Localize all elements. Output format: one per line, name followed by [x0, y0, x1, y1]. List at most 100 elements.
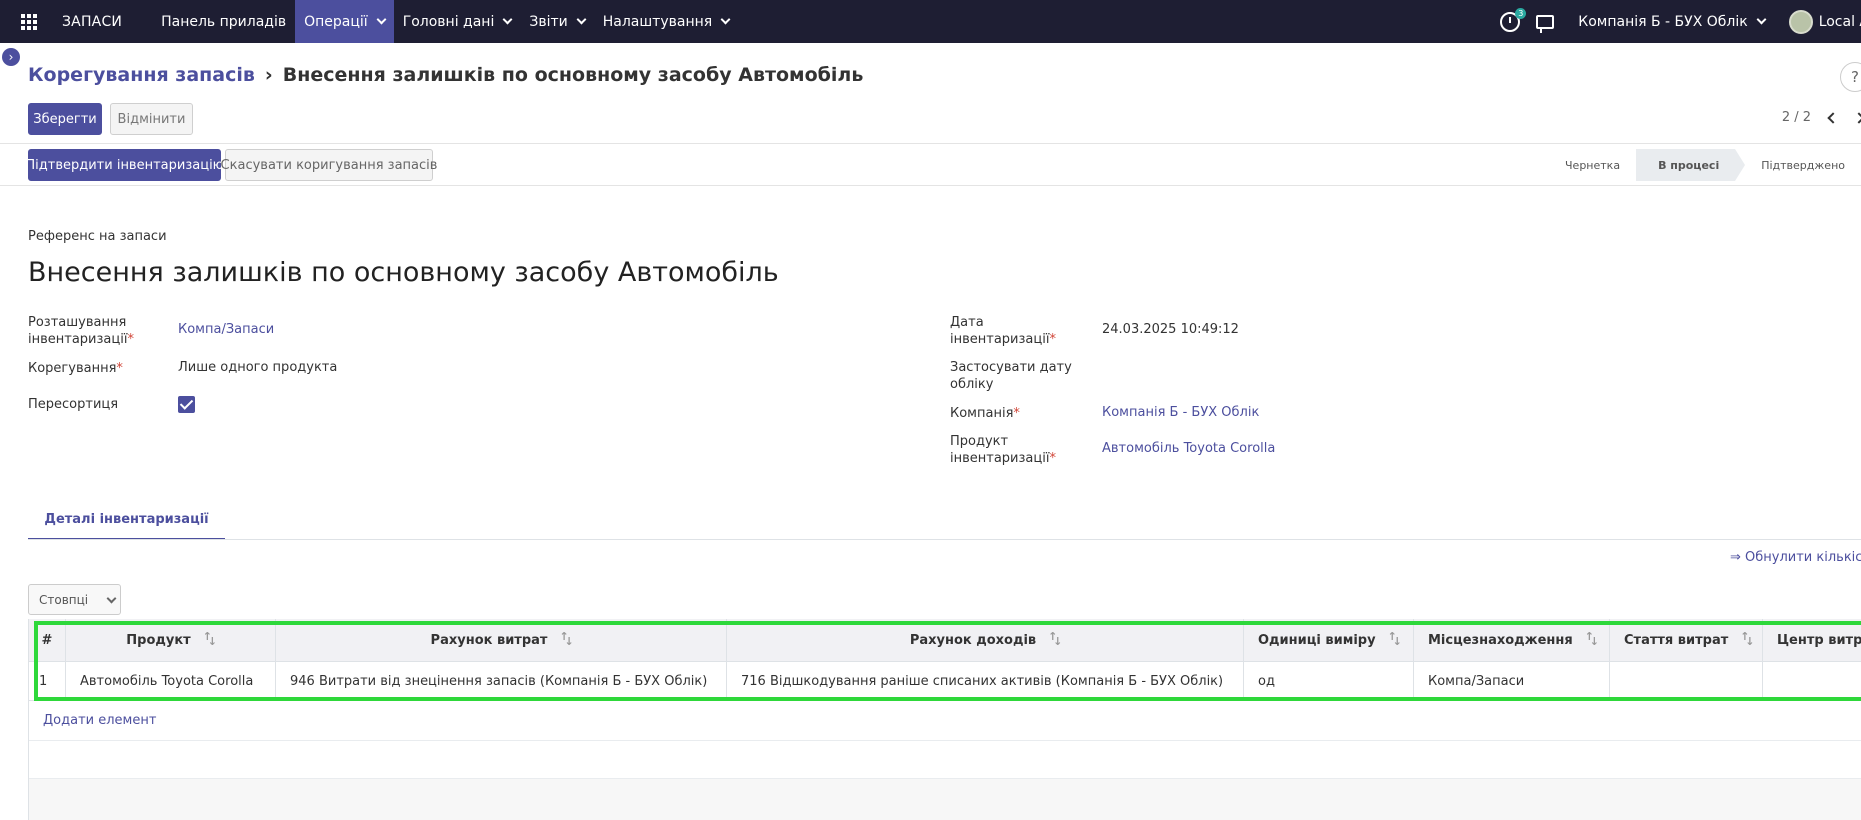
divider — [0, 143, 1861, 144]
divider — [29, 740, 1861, 741]
table-header: # Продукт Рахунок витрат Рахунок доходів… — [29, 619, 1861, 662]
columns-label: Стовпці — [39, 592, 89, 607]
navbar-systray: 3 Компанія Б - БУХ Облік Local A — [1500, 0, 1861, 43]
nav-label: Головні дані — [402, 13, 495, 30]
required-marker: * — [1049, 332, 1056, 347]
activity-badge: 3 — [1515, 7, 1527, 19]
nav-item-operations[interactable]: Операції — [295, 0, 394, 43]
accounting-date-label: Застосувати дату обліку — [950, 359, 1072, 393]
col-header-product[interactable]: Продукт — [66, 619, 276, 661]
cell-income-account[interactable]: 716 Відшкодування раніше списаних активі… — [727, 662, 1244, 700]
label-line: інвентаризації — [950, 451, 1050, 466]
breadcrumb: Корегування запасів › Внесення залишків … — [28, 64, 863, 86]
status-stage-draft[interactable]: Чернетка — [1543, 149, 1636, 181]
chevron-down-icon — [502, 14, 513, 25]
nav-label: Звіти — [529, 13, 568, 30]
cell-location[interactable]: Компа/Запаси — [1414, 662, 1610, 700]
sidebar-toggle-icon[interactable]: › — [2, 48, 20, 66]
col-header-uom[interactable]: Одиниці виміру — [1244, 619, 1414, 661]
label-line: інвентаризації — [950, 332, 1050, 347]
company-switcher[interactable]: Компанія Б - БУХ Облік — [1578, 14, 1767, 30]
save-button[interactable]: Зберегти — [28, 103, 102, 135]
nav-item-dashboard[interactable]: Панель приладів — [152, 0, 295, 43]
sort-icon — [1585, 630, 1599, 648]
cell-cost-center[interactable] — [1763, 662, 1861, 700]
top-navbar: ЗАПАСИ Панель приладів Операції Головні … — [0, 0, 1861, 43]
sort-icon — [1740, 630, 1754, 648]
header-label: # — [41, 632, 53, 648]
inventory-date-field[interactable]: 24.03.2025 10:49:12 — [1102, 322, 1239, 337]
cell-expense-account[interactable]: 946 Витрати від знецінення запасів (Комп… — [276, 662, 727, 700]
label-line: Продукт — [950, 434, 1009, 449]
divider — [0, 185, 1861, 186]
breadcrumb-separator-icon: › — [264, 64, 273, 86]
label-line: Застосувати дату — [950, 360, 1072, 375]
breadcrumb-parent-link[interactable]: Корегування запасів — [28, 64, 255, 86]
nav-label: Налаштування — [602, 13, 713, 30]
header-label: Стаття витрат — [1624, 632, 1729, 648]
col-header-income-account[interactable]: Рахунок доходів — [727, 619, 1244, 661]
tab-divider — [28, 539, 1861, 540]
pager-previous-icon[interactable] — [1827, 111, 1839, 124]
table-empty-row — [29, 779, 1861, 820]
label-text: Компанія — [950, 406, 1014, 421]
inventory-product-field[interactable]: Автомобіль Toyota Corolla — [1102, 441, 1275, 456]
breadcrumb-current: Внесення залишків по основному засобу Ав… — [282, 64, 864, 86]
inventory-date-label: Дата інвентаризації* — [950, 314, 1056, 348]
chevron-down-icon — [1756, 14, 1767, 25]
pager-value[interactable]: 2 / 2 — [1782, 110, 1811, 125]
col-header-expense-account[interactable]: Рахунок витрат — [276, 619, 727, 661]
columns-dropdown[interactable]: Стовпці — [28, 584, 121, 615]
confirm-inventory-button[interactable]: Підтвердити інвентаризацію — [25, 149, 224, 181]
pager: 2 / 2 — [1782, 110, 1861, 125]
cell-expense-item[interactable] — [1610, 662, 1763, 700]
status-stage-in-progress[interactable]: В процесі — [1636, 149, 1746, 181]
col-header-cost-center[interactable]: Центр витрат — [1763, 619, 1861, 661]
apps-menu-icon[interactable] — [0, 0, 58, 43]
app-brand[interactable]: ЗАПАСИ — [62, 14, 122, 30]
header-label: Одиниці виміру — [1258, 632, 1376, 648]
discard-button[interactable]: Відмінити — [110, 103, 193, 135]
sort-icon — [203, 630, 217, 648]
label-line: Дата — [950, 315, 984, 330]
user-name[interactable]: Local A — [1819, 14, 1861, 30]
messages-icon[interactable] — [1536, 14, 1555, 33]
required-marker: * — [127, 332, 134, 347]
avatar[interactable] — [1788, 9, 1813, 34]
adjustment-field[interactable]: Лише одного продукта — [178, 360, 337, 375]
nav-item-master-data[interactable]: Головні дані — [394, 0, 521, 43]
company-field[interactable]: Компанія Б - БУХ Облік — [1102, 405, 1259, 420]
table-row[interactable]: 1 Автомобіль Toyota Corolla 946 Витрати … — [29, 662, 1861, 701]
inventory-product-label: Продукт інвентаризації* — [950, 433, 1056, 467]
cancel-adjustment-button[interactable]: Скасувати коригування запасів — [221, 149, 437, 181]
sort-icon — [1048, 630, 1062, 648]
page-title[interactable]: Внесення залишків по основному засобу Ав… — [28, 257, 779, 288]
tab-inventory-details[interactable]: Деталі інвентаризації — [28, 500, 225, 540]
label-line: обліку — [950, 377, 994, 392]
location-field[interactable]: Компа/Запаси — [178, 322, 274, 337]
nav-label: Операції — [304, 13, 368, 30]
status-bar: Чернетка В процесі Підтверджено — [1543, 149, 1861, 181]
nav-item-settings[interactable]: Налаштування — [594, 0, 738, 43]
help-icon[interactable]: ? — [1840, 62, 1861, 92]
label-line: інвентаризації — [28, 332, 128, 347]
cell-index: 1 — [29, 662, 66, 700]
status-stage-done[interactable]: Підтверджено — [1735, 149, 1861, 181]
col-header-location[interactable]: Місцезнаходження — [1414, 619, 1610, 661]
required-marker: * — [1049, 451, 1056, 466]
regrading-checkbox[interactable] — [178, 396, 195, 413]
required-marker: * — [116, 361, 123, 376]
header-label: Продукт — [126, 632, 191, 648]
add-line-link[interactable]: Додати елемент — [43, 713, 156, 728]
cell-product[interactable]: Автомобіль Toyota Corolla — [66, 662, 276, 700]
pager-next-icon[interactable] — [1853, 111, 1861, 124]
sort-icon — [1388, 630, 1402, 648]
header-label: Рахунок доходів — [909, 632, 1037, 648]
col-header-expense-item[interactable]: Стаття витрат — [1610, 619, 1763, 661]
inventory-lines-table: # Продукт Рахунок витрат Рахунок доходів… — [28, 619, 1861, 820]
activity-clock-icon[interactable]: 3 — [1500, 7, 1527, 32]
nav-item-reports[interactable]: Звіти — [520, 0, 593, 43]
label-line: Розташування — [28, 315, 127, 330]
reset-quantities-link[interactable]: ⇒ Обнулити кількість — [1730, 550, 1861, 565]
cell-uom[interactable]: од — [1244, 662, 1414, 700]
